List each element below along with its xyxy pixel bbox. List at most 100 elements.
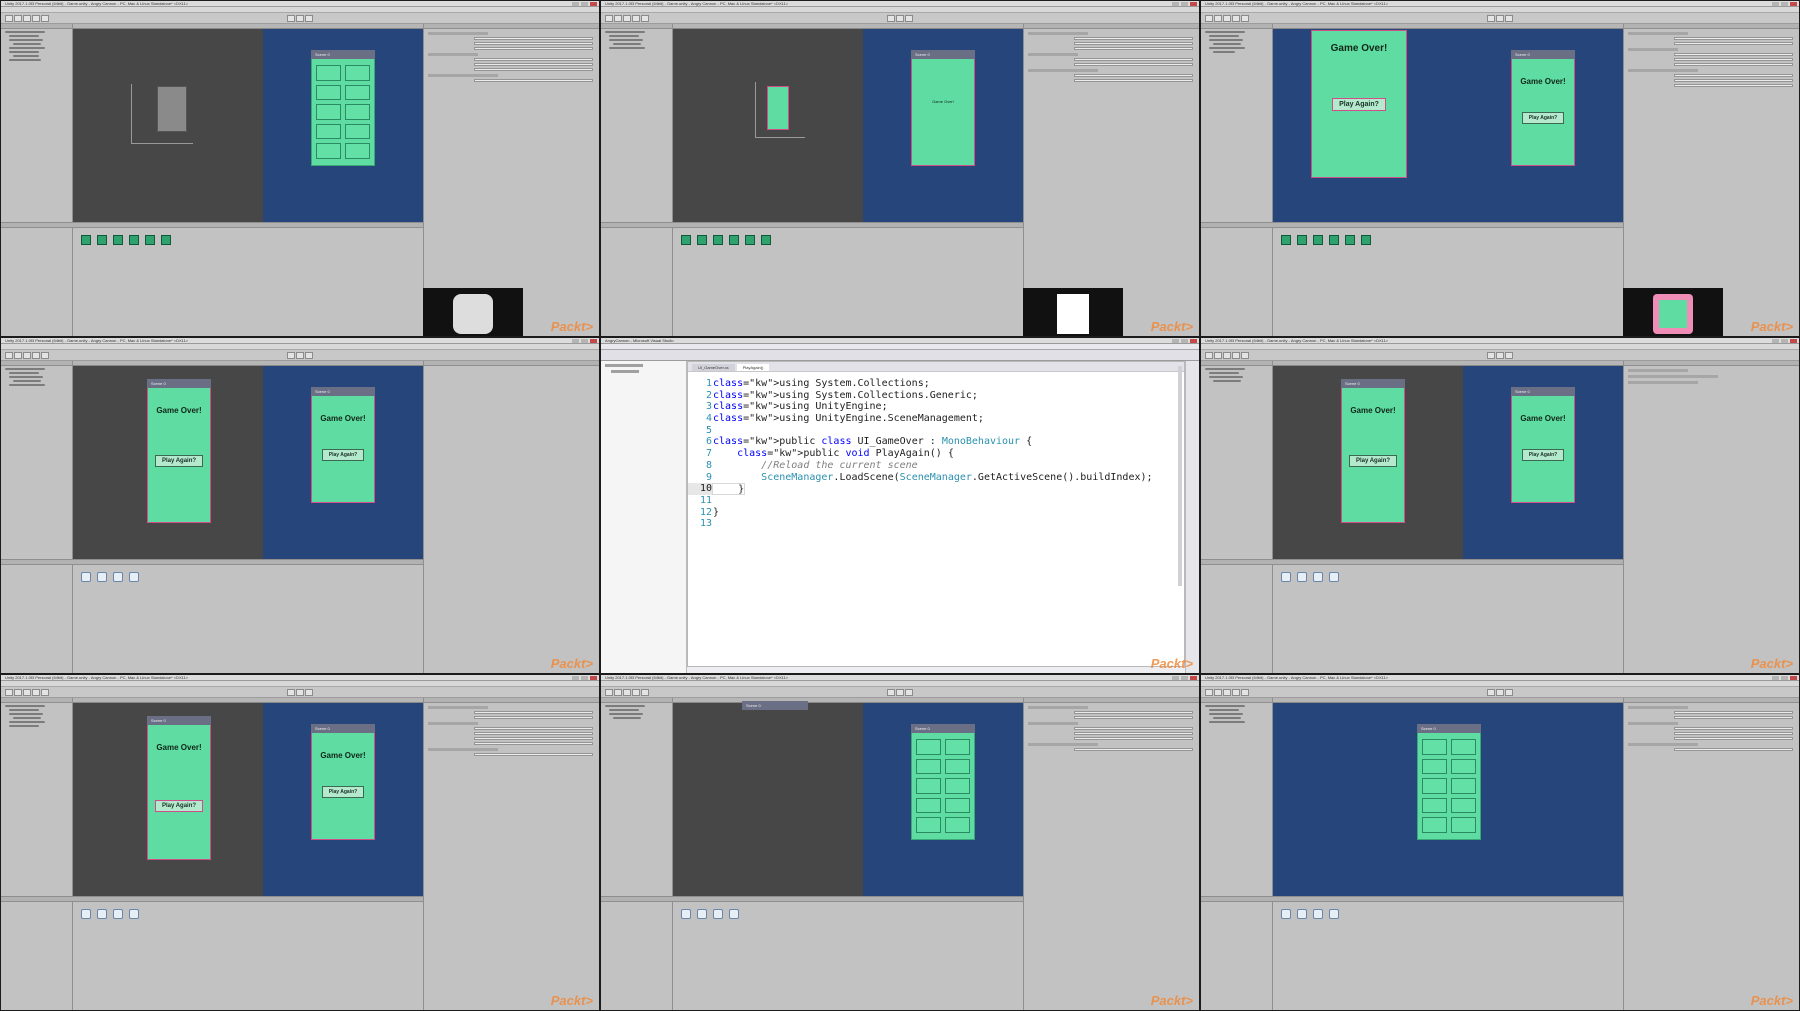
script-asset[interactable] xyxy=(1329,572,1339,582)
play-icon[interactable] xyxy=(287,15,295,22)
close-icon[interactable] xyxy=(1790,2,1797,6)
scale-tool-icon[interactable] xyxy=(32,352,40,359)
code-line[interactable]: 12} xyxy=(688,507,1184,519)
scene-view[interactable]: Scene 0 Game Over! Play Again? xyxy=(73,361,263,559)
script-asset[interactable] xyxy=(729,909,739,919)
scene-view[interactable]: Scene 0 xyxy=(673,698,863,896)
game-view[interactable]: Scene 0 Game Over! Play Again? xyxy=(1463,24,1623,222)
tab-method[interactable]: PlayAgain() xyxy=(736,364,770,371)
maximize-icon[interactable] xyxy=(1181,2,1188,6)
code-line[interactable]: 7 class="kw">public void PlayAgain() { xyxy=(688,448,1184,460)
hand-tool-icon[interactable] xyxy=(605,689,613,696)
maximize-icon[interactable] xyxy=(1781,2,1788,6)
maximize-icon[interactable] xyxy=(581,339,588,343)
script-asset[interactable] xyxy=(113,572,123,582)
game-view[interactable]: Scene 0 xyxy=(1273,698,1623,896)
pause-icon[interactable] xyxy=(896,689,904,696)
minimize-icon[interactable] xyxy=(1172,339,1179,343)
sprite-asset[interactable] xyxy=(729,235,739,245)
hand-tool-icon[interactable] xyxy=(605,15,613,22)
step-icon[interactable] xyxy=(905,689,913,696)
hand-tool-icon[interactable] xyxy=(1205,15,1213,22)
minimize-icon[interactable] xyxy=(572,676,579,680)
play-icon[interactable] xyxy=(287,352,295,359)
sprite-asset[interactable] xyxy=(697,235,707,245)
sprite-asset[interactable] xyxy=(745,235,755,245)
step-icon[interactable] xyxy=(1505,689,1513,696)
maximize-icon[interactable] xyxy=(581,676,588,680)
sprite-asset[interactable] xyxy=(1329,235,1339,245)
rotate-tool-icon[interactable] xyxy=(623,689,631,696)
scale-tool-icon[interactable] xyxy=(32,689,40,696)
script-asset[interactable] xyxy=(81,572,91,582)
play-again-button[interactable]: Play Again? xyxy=(1348,455,1398,467)
minimize-icon[interactable] xyxy=(1772,2,1779,6)
hand-tool-icon[interactable] xyxy=(5,15,13,22)
scene-view[interactable]: Scene 0 Game Over! Play Again? xyxy=(73,698,263,896)
step-icon[interactable] xyxy=(305,352,313,359)
maximize-icon[interactable] xyxy=(1181,676,1188,680)
code-line[interactable]: 9 SceneManager.LoadScene(SceneManager.Ge… xyxy=(688,472,1184,484)
script-asset[interactable] xyxy=(129,572,139,582)
game-view[interactable]: Scene 0 Game Over! Play Again? xyxy=(1463,361,1623,559)
play-icon[interactable] xyxy=(1487,352,1495,359)
rect-tool-icon[interactable] xyxy=(1241,15,1249,22)
code-editor[interactable]: UI_GameOver.cs PlayAgain() 1 class="kw">u… xyxy=(687,361,1185,667)
script-asset[interactable] xyxy=(713,909,723,919)
rotate-tool-icon[interactable] xyxy=(1223,689,1231,696)
scale-tool-icon[interactable] xyxy=(1232,689,1240,696)
close-icon[interactable] xyxy=(1790,676,1797,680)
script-asset[interactable] xyxy=(113,909,123,919)
step-icon[interactable] xyxy=(1505,352,1513,359)
code-line[interactable]: 5 xyxy=(688,425,1184,437)
close-icon[interactable] xyxy=(590,339,597,343)
script-asset[interactable] xyxy=(81,909,91,919)
pause-icon[interactable] xyxy=(1496,15,1504,22)
scale-tool-icon[interactable] xyxy=(632,689,640,696)
code-line[interactable]: 3 class="kw">using UnityEngine; xyxy=(688,401,1184,413)
play-again-button[interactable]: Play Again? xyxy=(154,800,204,812)
rotate-tool-icon[interactable] xyxy=(1223,352,1231,359)
code-line[interactable]: 8 //Reload the current scene xyxy=(688,460,1184,472)
move-tool-icon[interactable] xyxy=(1214,15,1222,22)
sprite-asset[interactable] xyxy=(1313,235,1323,245)
game-view[interactable]: Scene 0 Game Over! Play Again? xyxy=(263,361,423,559)
sprite-asset[interactable] xyxy=(1345,235,1355,245)
game-view[interactable]: Scene 0 Game Over! xyxy=(863,24,1023,222)
sprite-asset[interactable] xyxy=(97,235,107,245)
close-icon[interactable] xyxy=(1190,676,1197,680)
close-icon[interactable] xyxy=(1790,339,1797,343)
scale-tool-icon[interactable] xyxy=(632,15,640,22)
sprite-asset[interactable] xyxy=(761,235,771,245)
tab-file[interactable]: UI_GameOver.cs xyxy=(692,364,735,371)
maximize-icon[interactable] xyxy=(1781,339,1788,343)
rect-tool-icon[interactable] xyxy=(641,15,649,22)
play-again-button[interactable]: Play Again? xyxy=(154,455,204,467)
script-asset[interactable] xyxy=(1281,572,1291,582)
minimize-icon[interactable] xyxy=(1772,676,1779,680)
rect-tool-icon[interactable] xyxy=(41,352,49,359)
editor-scrollbar[interactable] xyxy=(1178,366,1182,586)
pause-icon[interactable] xyxy=(296,689,304,696)
sprite-asset[interactable] xyxy=(113,235,123,245)
sprite-asset[interactable] xyxy=(161,235,171,245)
play-again-button[interactable]: Play Again? xyxy=(321,786,365,798)
sprite-asset[interactable] xyxy=(1361,235,1371,245)
game-view[interactable]: Scene 0 xyxy=(863,698,1023,896)
minimize-icon[interactable] xyxy=(1172,676,1179,680)
step-icon[interactable] xyxy=(905,15,913,22)
hand-tool-icon[interactable] xyxy=(1205,352,1213,359)
sprite-asset[interactable] xyxy=(681,235,691,245)
rect-tool-icon[interactable] xyxy=(1241,689,1249,696)
move-tool-icon[interactable] xyxy=(14,15,22,22)
play-icon[interactable] xyxy=(887,689,895,696)
rotate-tool-icon[interactable] xyxy=(623,15,631,22)
hand-tool-icon[interactable] xyxy=(5,689,13,696)
pause-icon[interactable] xyxy=(896,15,904,22)
rect-tool-icon[interactable] xyxy=(641,689,649,696)
play-again-button[interactable]: Play Again? xyxy=(1332,98,1386,111)
script-asset[interactable] xyxy=(681,909,691,919)
step-icon[interactable] xyxy=(305,689,313,696)
play-icon[interactable] xyxy=(887,15,895,22)
game-view[interactable]: Scene 0 Game Over! Play Again? xyxy=(263,698,423,896)
